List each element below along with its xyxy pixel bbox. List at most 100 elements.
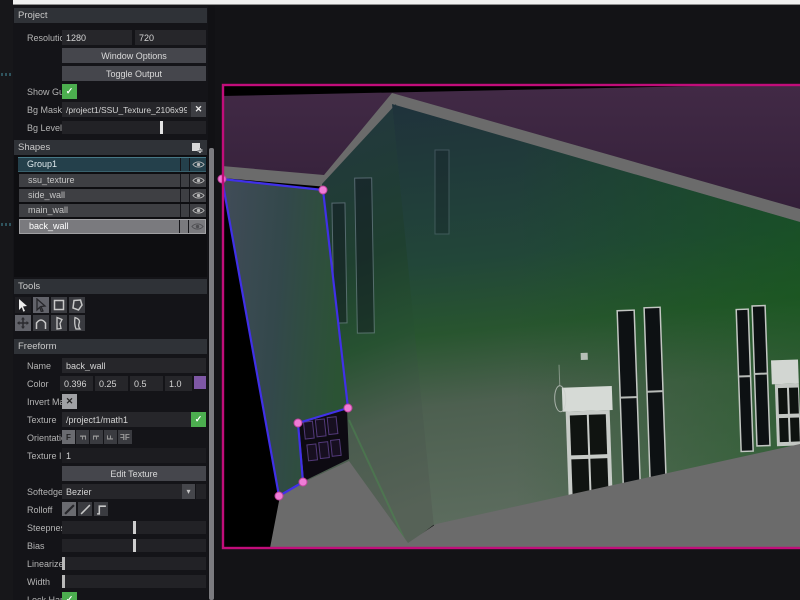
steepness-slider[interactable] xyxy=(62,521,206,534)
invert-mask-label: Invert Mask xyxy=(14,397,62,407)
shapes-panel-header[interactable]: Shapes xyxy=(14,140,207,155)
add-shape-button[interactable] xyxy=(190,141,204,154)
show-guide-checkbox[interactable]: ✓ xyxy=(62,84,77,99)
linearize-slider-handle[interactable] xyxy=(62,557,65,570)
window-options-row: Window Options xyxy=(14,48,207,63)
linearize-label: Linearize xyxy=(14,559,62,569)
orientation-normal-button[interactable]: F xyxy=(62,430,75,444)
width-slider-handle[interactable] xyxy=(62,575,65,588)
shape-row-back-wall-selected[interactable]: back_wall xyxy=(19,219,206,234)
orientation-rotate90-flip-button[interactable]: F xyxy=(90,430,103,444)
shape-row-group1[interactable]: Group1 xyxy=(18,157,206,172)
lock-handles-checkbox[interactable]: ✓ xyxy=(62,592,77,600)
add-shape-icon xyxy=(190,141,204,154)
visibility-eye-button[interactable] xyxy=(189,158,206,171)
bias-slider[interactable] xyxy=(62,539,206,552)
vertex-handle[interactable] xyxy=(344,404,352,412)
linear-rolloff-icon xyxy=(64,504,75,515)
resolution-height-input[interactable] xyxy=(135,30,206,45)
softedge-dropdown-arrow[interactable]: ▾ xyxy=(182,484,195,499)
bg-mask-clear-button[interactable]: ✕ xyxy=(191,102,206,117)
shape-row-side-wall[interactable]: side_wall xyxy=(19,189,206,202)
resolution-label: Resolution xyxy=(14,33,62,43)
tool-curved-pennant-button[interactable] xyxy=(69,315,85,331)
edit-texture-row: Edit Texture xyxy=(14,466,207,481)
color-b-input[interactable] xyxy=(130,376,163,391)
color-swatch[interactable] xyxy=(194,376,206,389)
bias-slider-handle[interactable] xyxy=(133,539,136,552)
tools-panel-header[interactable]: Tools xyxy=(14,279,207,294)
show-guide-row: Show Guide ✓ xyxy=(14,84,207,99)
pennant-icon xyxy=(52,316,66,330)
steepness-label: Steepness xyxy=(14,523,62,533)
bg-level-slider[interactable] xyxy=(62,121,206,134)
sidebar-scrollbar-thumb[interactable] xyxy=(209,148,214,600)
vertex-handle[interactable] xyxy=(319,186,327,194)
bg-mask-path-input[interactable] xyxy=(62,102,191,117)
tools-panel: Tools xyxy=(14,279,207,331)
tool-rectangle-button[interactable] xyxy=(51,297,67,313)
tool-cursor-button[interactable] xyxy=(15,297,31,313)
freeform-panel-header[interactable]: Freeform xyxy=(14,339,207,354)
texture-path-input[interactable] xyxy=(62,412,191,427)
toggle-output-button[interactable]: Toggle Output xyxy=(62,66,206,81)
shape-name-input[interactable] xyxy=(62,358,206,373)
orientation-rotate90-button[interactable]: F xyxy=(76,430,89,444)
rolloff-linear-button[interactable] xyxy=(62,502,76,516)
tool-pennant-button[interactable] xyxy=(51,315,67,331)
polygon-icon xyxy=(70,298,84,312)
visibility-eye-button[interactable] xyxy=(189,174,206,187)
shapes-panel: Shapes Group1 ssu_texture xyxy=(14,140,207,277)
width-row: Width xyxy=(14,574,207,589)
texture-id-label: Texture ID xyxy=(14,451,62,461)
bg-level-label: Bg Level xyxy=(14,123,62,133)
orientation-label: Orientation xyxy=(14,433,62,443)
visibility-eye-button[interactable] xyxy=(189,204,206,217)
edit-texture-button[interactable]: Edit Texture xyxy=(62,466,206,481)
rolloff-label: Rolloff xyxy=(14,505,62,515)
tool-move-button[interactable] xyxy=(15,315,31,331)
vertex-handle[interactable] xyxy=(294,419,302,427)
rolloff-slope-button[interactable] xyxy=(78,502,92,516)
shape-row-ssu-texture[interactable]: ssu_texture xyxy=(19,174,206,187)
invert-mask-checkbox[interactable]: ✕ xyxy=(62,394,77,409)
cursor-icon xyxy=(16,298,30,312)
color-label: Color xyxy=(14,379,60,389)
window-options-button[interactable]: Window Options xyxy=(62,48,206,63)
orientation-rotate270-button[interactable]: F xyxy=(104,430,117,444)
texture-confirm-button[interactable]: ✓ xyxy=(191,412,206,427)
visibility-eye-button[interactable] xyxy=(188,220,205,233)
orientation-mirror-button[interactable]: FF xyxy=(118,430,132,444)
orientation-row: Orientation F F F F FF xyxy=(14,430,207,445)
texture-id-input[interactable] xyxy=(62,448,206,463)
tool-grid xyxy=(15,297,207,331)
bias-label: Bias xyxy=(14,541,62,551)
vertex-handle[interactable] xyxy=(299,478,307,486)
move-icon xyxy=(16,316,30,330)
steepness-slider-handle[interactable] xyxy=(133,521,136,534)
visibility-eye-button[interactable] xyxy=(189,189,206,202)
bg-level-slider-handle[interactable] xyxy=(160,121,163,134)
name-row: Name xyxy=(14,358,207,373)
wall-vent xyxy=(581,353,588,360)
texture-id-row: Texture ID xyxy=(14,448,207,463)
tool-polygon-button[interactable] xyxy=(69,297,85,313)
softedge-select-value[interactable] xyxy=(62,484,182,499)
shape-row-main-wall[interactable]: main_wall xyxy=(19,204,206,217)
color-g-input[interactable] xyxy=(95,376,128,391)
tool-vertex-arrow-button[interactable] xyxy=(33,297,49,313)
project-panel-header[interactable]: Project xyxy=(14,8,207,23)
tool-arch-button[interactable] xyxy=(33,315,49,331)
show-guide-label: Show Guide xyxy=(14,87,62,97)
width-slider[interactable] xyxy=(62,575,206,588)
linearize-slider[interactable] xyxy=(62,557,206,570)
color-a-input[interactable] xyxy=(165,376,192,391)
color-r-input[interactable] xyxy=(60,376,93,391)
rolloff-step-button[interactable] xyxy=(94,502,108,516)
slope-rolloff-icon xyxy=(80,504,91,515)
sidebar-scrollbar[interactable] xyxy=(208,6,215,600)
vertex-handle[interactable] xyxy=(275,492,283,500)
resolution-width-input[interactable] xyxy=(62,30,132,45)
output-preview-viewport[interactable] xyxy=(215,6,800,600)
width-label: Width xyxy=(14,577,62,587)
